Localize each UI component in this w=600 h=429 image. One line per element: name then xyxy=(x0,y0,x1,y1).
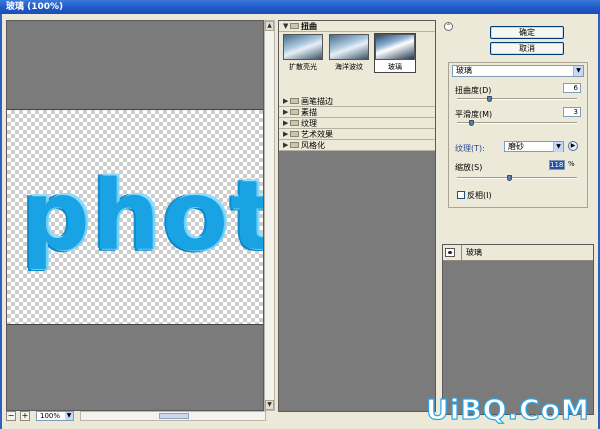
expand-arrow-icon: ▶ xyxy=(283,130,289,138)
scroll-thumb[interactable] xyxy=(159,413,189,419)
folder-icon xyxy=(290,23,299,29)
category-label: 艺术效果 xyxy=(301,130,333,139)
category-label: 素描 xyxy=(301,108,317,117)
effect-layer-row[interactable]: 玻璃 xyxy=(443,245,593,261)
thumb-label: 玻璃 xyxy=(388,63,402,71)
category-stylize[interactable]: ▶ 风格化 xyxy=(279,140,435,151)
scale-label: 缩放(S) xyxy=(455,163,483,172)
filter-gallery: ▼ 扭曲 扩散亮光 海洋波纹 玻璃 ▶ 画笔描边 ▶ 素描 ▶ 纹理 ▶ 艺术效… xyxy=(278,20,436,412)
filter-settings: 玻璃 ▼ 扭曲度(D) 6 平滑度(M) 3 纹理(T): 磨砂 ▼ ▶ 缩放(… xyxy=(448,62,588,208)
folder-icon xyxy=(290,98,299,104)
category-brush-strokes[interactable]: ▶ 画笔描边 xyxy=(279,96,435,107)
category-artistic[interactable]: ▶ 艺术效果 xyxy=(279,129,435,140)
chevron-down-icon: ▼ xyxy=(573,66,583,76)
distortion-input[interactable]: 6 xyxy=(563,83,581,93)
invert-checkbox[interactable] xyxy=(457,191,465,199)
ok-button[interactable]: 确定 xyxy=(490,26,564,39)
invert-label: 反相(I) xyxy=(467,191,492,200)
preview-horizontal-scrollbar[interactable] xyxy=(80,411,266,421)
expand-arrow-icon: ▶ xyxy=(283,108,289,116)
category-texture[interactable]: ▶ 纹理 xyxy=(279,118,435,129)
thumb-label: 扩散亮光 xyxy=(289,63,317,71)
effect-layer-name: 玻璃 xyxy=(461,245,482,260)
site-watermark: UiBQ.CoM xyxy=(425,392,590,426)
collapse-icon[interactable]: ⌃ xyxy=(444,22,453,31)
filter-select-value: 玻璃 xyxy=(456,66,472,75)
smoothness-slider[interactable] xyxy=(457,120,577,126)
slider-knob[interactable] xyxy=(507,175,512,181)
category-label: 扭曲 xyxy=(301,22,317,31)
preview-text-effect: phot xyxy=(21,160,264,272)
thumb-glass[interactable]: 玻璃 xyxy=(374,33,416,73)
folder-icon xyxy=(290,120,299,126)
filter-thumbnails: 扩散亮光 海洋波纹 玻璃 xyxy=(279,32,435,73)
chevron-down-icon: ▼ xyxy=(65,412,73,420)
scroll-down-icon[interactable]: ▼ xyxy=(265,400,274,410)
settings-panel: ⌃ 确定 取消 玻璃 ▼ 扭曲度(D) 6 平滑度(M) 3 纹理(T): 磨砂… xyxy=(440,20,596,415)
thumbnail-image xyxy=(283,34,323,60)
expand-arrow-icon: ▶ xyxy=(283,119,289,127)
expand-arrow-icon: ▶ xyxy=(283,141,289,149)
thumb-label: 海洋波纹 xyxy=(335,63,363,71)
zoom-in-button[interactable]: + xyxy=(20,411,30,421)
thumb-diffuse-glow[interactable]: 扩散亮光 xyxy=(283,34,323,72)
category-label: 风格化 xyxy=(301,141,325,150)
effect-layers: 玻璃 xyxy=(442,244,594,415)
transparency-checkerboard: phot xyxy=(7,109,264,325)
folder-icon xyxy=(290,131,299,137)
texture-select-value: 磨砂 xyxy=(508,142,524,151)
scale-unit: % xyxy=(568,160,575,168)
scale-input[interactable]: 118 xyxy=(549,160,565,170)
thumb-ocean-ripple[interactable]: 海洋波纹 xyxy=(329,34,369,72)
texture-label: 纹理(T): xyxy=(455,144,485,153)
smoothness-input[interactable]: 3 xyxy=(563,107,581,117)
scale-slider[interactable] xyxy=(457,175,577,181)
zoom-out-button[interactable]: − xyxy=(6,411,16,421)
filter-select[interactable]: 玻璃 ▼ xyxy=(452,65,584,77)
preview-vertical-scrollbar[interactable]: ▲ ▼ xyxy=(264,20,275,411)
folder-icon xyxy=(290,142,299,148)
texture-select[interactable]: 磨砂 ▼ xyxy=(504,141,564,152)
scroll-up-icon[interactable]: ▲ xyxy=(265,21,274,31)
preview-canvas[interactable]: phot xyxy=(6,20,264,411)
slider-knob[interactable] xyxy=(469,120,474,126)
thumbnail-image xyxy=(375,34,415,60)
distortion-slider[interactable] xyxy=(457,96,577,102)
eye-icon[interactable] xyxy=(445,248,455,257)
expand-arrow-icon: ▶ xyxy=(283,97,289,105)
distortion-label: 扭曲度(D) xyxy=(455,86,492,95)
category-sketch[interactable]: ▶ 素描 xyxy=(279,107,435,118)
folder-icon xyxy=(290,109,299,115)
zoom-value: 100% xyxy=(40,412,61,420)
smoothness-label: 平滑度(M) xyxy=(455,110,493,119)
zoom-select[interactable]: 100% ▼ xyxy=(36,411,74,421)
category-distort[interactable]: ▼ 扭曲 xyxy=(279,21,435,32)
window-title: 玻璃 (100%) xyxy=(0,0,600,14)
chevron-down-icon: ▼ xyxy=(553,142,563,152)
cancel-button[interactable]: 取消 xyxy=(490,42,564,55)
category-label: 纹理 xyxy=(301,119,317,128)
expand-arrow-icon: ▼ xyxy=(283,22,289,30)
category-label: 画笔描边 xyxy=(301,97,333,106)
slider-knob[interactable] xyxy=(487,96,492,102)
zoom-bar: − + 100% ▼ xyxy=(6,411,276,422)
texture-menu-icon[interactable]: ▶ xyxy=(568,141,578,151)
thumbnail-image xyxy=(329,34,369,60)
